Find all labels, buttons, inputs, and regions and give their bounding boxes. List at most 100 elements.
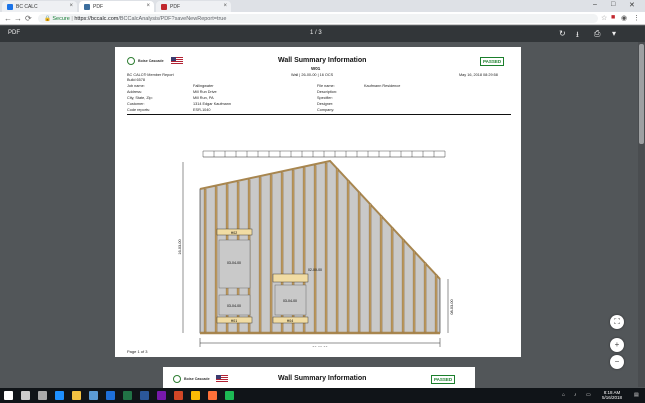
build-number: Build 6578 <box>127 78 145 82</box>
field-value: Mill Run Drive <box>193 90 217 94</box>
zoom-out-button[interactable]: − <box>610 355 624 369</box>
wall-spec: Wall | 26-00-00 | 16 OCS <box>291 73 334 77</box>
spotify-icon[interactable] <box>225 391 234 400</box>
tab-strip: BC CALC × PDF × PDF × – □ ✕ <box>0 0 645 12</box>
field-label: Job name: <box>127 84 145 88</box>
status-badge: PASSED <box>480 57 505 66</box>
forward-icon[interactable]: → <box>14 14 22 23</box>
start-icon[interactable] <box>4 391 13 400</box>
close-window-button[interactable]: ✕ <box>629 1 635 9</box>
header-label: H02 <box>231 231 237 235</box>
field-label: Customer: <box>127 102 145 106</box>
onenote-icon[interactable] <box>157 391 166 400</box>
firefox-icon[interactable] <box>208 391 217 400</box>
field-value: Mill Run, PA <box>193 96 214 100</box>
search-icon[interactable] <box>21 391 30 400</box>
page-title: Wall Summary Information <box>278 375 367 382</box>
reload-icon[interactable]: ⟳ <box>25 14 32 23</box>
brand-name: Boise Cascade <box>138 59 164 63</box>
windows-taskbar: ⌂ ♪ ▭ 8:18 AM 5/16/2018 ▤ <box>0 388 645 403</box>
report-name: BC CALC® Member Report <box>127 73 174 77</box>
tab-title: BC CALC <box>16 4 38 10</box>
us-flag-icon <box>171 57 183 64</box>
status-badge: PASSED <box>431 375 456 384</box>
wall-framing-drawing: 16-03-00 08-03-00 26-00-00 H02 H01 H04 0… <box>178 150 454 347</box>
excel-icon[interactable] <box>123 391 132 400</box>
pdf-favicon-icon <box>161 4 167 10</box>
file-explorer-icon[interactable] <box>72 391 81 400</box>
print-icon[interactable]: ⎙ <box>594 29 600 39</box>
chrome-icon[interactable] <box>191 391 200 400</box>
bookmark-star-icon[interactable]: ☆ <box>601 14 607 22</box>
word-icon[interactable] <box>140 391 149 400</box>
edge-icon[interactable] <box>55 391 64 400</box>
close-icon[interactable]: × <box>146 3 150 9</box>
opening-width-label: 02-00-00 <box>308 268 322 272</box>
battery-icon[interactable]: ▭ <box>586 392 591 398</box>
network-icon[interactable]: ⌂ <box>562 392 565 398</box>
report-date: May 16, 2018 08:29:58 <box>459 73 498 77</box>
field-label: Specifier: <box>317 96 333 100</box>
page-number: Page 1 of 3 <box>127 349 148 354</box>
opening-label: 03-04-00 <box>283 299 297 303</box>
close-icon[interactable]: × <box>69 3 73 9</box>
tab-pdf-active[interactable]: PDF × <box>79 1 154 12</box>
maximize-button[interactable]: □ <box>611 1 615 8</box>
field-label: Company: <box>317 108 335 112</box>
fit-to-page-button[interactable]: ⛶ <box>610 315 624 329</box>
minimize-button[interactable]: – <box>593 1 597 8</box>
page-title: Wall Summary Information <box>278 57 367 64</box>
scrollbar[interactable] <box>638 42 645 387</box>
header-label: H04 <box>287 319 293 323</box>
field-label: Designer: <box>317 102 334 106</box>
powerpoint-icon[interactable] <box>174 391 183 400</box>
system-clock[interactable]: 8:18 AM 5/16/2018 <box>602 390 622 400</box>
pdf-title: PDF <box>8 30 20 36</box>
secure-label: Secure <box>52 15 70 22</box>
volume-icon[interactable]: ♪ <box>574 392 577 398</box>
notifications-icon[interactable]: ▤ <box>634 392 639 398</box>
extension-icon[interactable]: ◉ <box>621 14 627 22</box>
field-value: ESR-1040 <box>193 108 211 112</box>
opening-label: 03-04-00 <box>227 304 241 308</box>
tab-bc-calc[interactable]: BC CALC × <box>2 1 77 12</box>
clock-date: 5/16/2018 <box>602 395 623 400</box>
opening-label: 03-04-00 <box>227 261 241 265</box>
scrollbar-thumb[interactable] <box>639 44 644 144</box>
us-flag-icon <box>216 375 228 382</box>
bookmark-dropdown-icon[interactable]: ▾ <box>612 29 616 38</box>
field-label: File name: <box>317 84 335 88</box>
field-label: City, State, Zip: <box>127 96 153 100</box>
back-icon[interactable]: ← <box>4 14 12 23</box>
rotate-icon[interactable]: ↻ <box>559 29 566 38</box>
lock-icon: 🔒 <box>44 15 51 22</box>
wall-id: W01 <box>311 66 321 71</box>
url-path: /BCCalcAnalysis/PDF?saveNewReport=true <box>118 15 227 22</box>
tab-title: PDF <box>170 4 180 10</box>
close-icon[interactable]: × <box>223 3 227 9</box>
mail-icon[interactable] <box>106 391 115 400</box>
header-divider <box>127 114 511 115</box>
field-value: Fallingwater <box>193 84 214 88</box>
task-view-icon[interactable] <box>38 391 47 400</box>
menu-kebab-icon[interactable]: ⋮ <box>633 14 640 22</box>
address-bar: ← → ⟳ 🔒 Secure | https://bccalc.com/BCCa… <box>0 12 645 25</box>
zoom-in-button[interactable]: + <box>610 338 624 352</box>
tab-title: PDF <box>93 4 103 10</box>
field-label: Code reports: <box>127 108 151 112</box>
field-value: 1314 Edgar Kaufmann <box>193 102 231 106</box>
download-icon[interactable]: ⭳ <box>576 29 579 43</box>
url-input[interactable]: 🔒 Secure | https://bccalc.com/BCCalcAnal… <box>38 14 598 23</box>
tab-pdf[interactable]: PDF × <box>156 1 231 12</box>
dimension-left: 16-03-00 <box>178 239 182 254</box>
header-label: H01 <box>231 319 237 323</box>
field-value: Kaufmann Residence <box>364 84 401 88</box>
bc-calc-favicon-icon <box>7 4 13 10</box>
field-label: Description: <box>317 90 338 94</box>
page-indicator: 1 / 3 <box>310 30 322 36</box>
boise-cascade-logo-icon <box>127 57 135 65</box>
store-icon[interactable] <box>89 391 98 400</box>
extension-icon[interactable]: ■ <box>611 14 615 21</box>
pdf-favicon-icon <box>84 4 90 10</box>
boise-cascade-logo-icon <box>173 375 181 383</box>
